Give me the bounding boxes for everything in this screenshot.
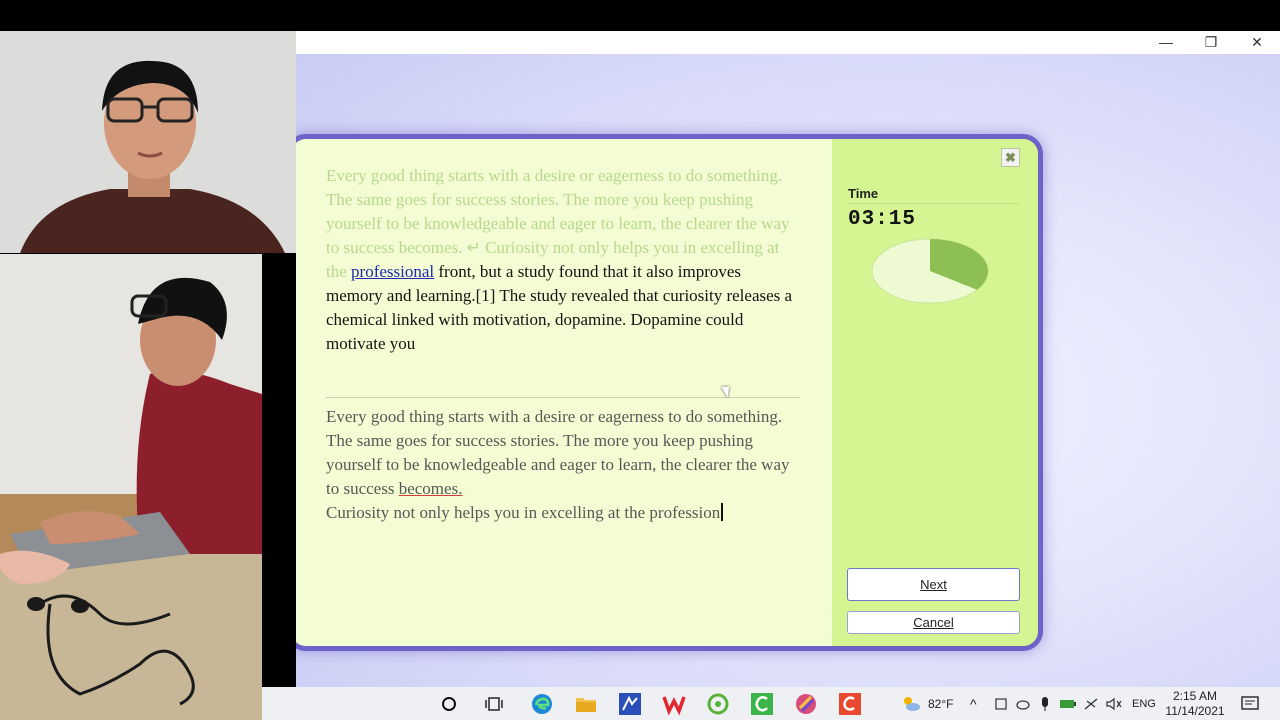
webcam-face-image [0,31,296,253]
wps-icon[interactable] [660,687,688,720]
text-caret [721,503,724,521]
source-passage: Every good thing starts with a desire or… [326,164,796,356]
close-window-button[interactable]: ✕ [1234,31,1280,54]
green-app-icon[interactable] [748,687,776,720]
typing-test-dialog: Every good thing starts with a desire or… [296,134,1043,651]
time-remaining: 03:15 [848,208,917,231]
title-bar: — ❐ ✕ [296,31,1280,54]
current-word: professional [351,262,435,281]
language-indicator[interactable]: ENG [1132,687,1156,720]
misspelled-word: becomes. [398,479,463,498]
timer-pie-chart [871,238,989,304]
minimize-button[interactable]: — [1143,31,1189,54]
edge-icon[interactable] [528,687,556,720]
typed-line-3: Curiosity not only helps you in excellin… [326,501,806,525]
next-button[interactable]: Next [847,568,1020,601]
file-explorer-icon[interactable] [572,687,600,720]
typing-input-area[interactable]: Every good thing starts with a desire or… [326,405,806,525]
system-clock[interactable]: 2:15 AM 11/14/2021 [1158,689,1232,719]
text-pane: Every good thing starts with a desire or… [296,139,832,646]
color-app-icon[interactable] [792,687,820,720]
webcam-desk-view [0,254,262,720]
typed-text: The same goes for success stories. The m… [326,431,790,498]
webcam-face-view [0,31,296,253]
typed-line-2: The same goes for success stories. The m… [326,429,806,501]
cloud-icon[interactable] [1014,687,1032,720]
weather-temperature[interactable]: 82°F [928,687,953,720]
vsm-icon[interactable] [616,687,644,720]
typed-line-1: Every good thing starts with a desire or… [326,407,783,426]
typing-app-window: — ❐ ✕ Every good thing starts with a des… [296,31,1280,687]
app-background: Every good thing starts with a desire or… [296,54,1280,687]
cancel-button[interactable]: Cancel [847,611,1020,634]
typed-text-current: Curiosity not only helps you in excellin… [326,503,721,522]
volume-muted-icon[interactable] [1104,687,1124,720]
app-icon[interactable] [704,687,732,720]
time-divider [848,203,1020,204]
network-icon[interactable] [1082,687,1100,720]
restore-button[interactable]: ❐ [1188,31,1234,54]
clock-time: 2:15 AM [1172,689,1218,703]
dialog-close-button[interactable]: ✖ [1001,148,1020,167]
mouse-cursor-icon [721,383,734,398]
red-app-icon[interactable] [836,687,864,720]
device-icon[interactable] [992,687,1010,720]
weather-icon[interactable] [898,687,924,720]
notifications-icon[interactable] [1238,687,1262,720]
time-label: Time [848,186,879,201]
chevron-up-icon[interactable]: ^ [970,687,977,720]
webcam-desk-image [0,254,262,720]
task-view-icon[interactable] [482,687,508,720]
search-circle-icon[interactable] [438,687,460,720]
side-panel: ✖ Time 03:15 Next Cancel [832,139,1038,646]
battery-icon[interactable] [1058,687,1078,720]
microphone-icon[interactable] [1036,687,1054,720]
taskbar: 82°F ^ ENG 2:15 AM 11/14/2021 [262,687,1280,720]
clock-date: 11/14/2021 [1165,704,1225,718]
